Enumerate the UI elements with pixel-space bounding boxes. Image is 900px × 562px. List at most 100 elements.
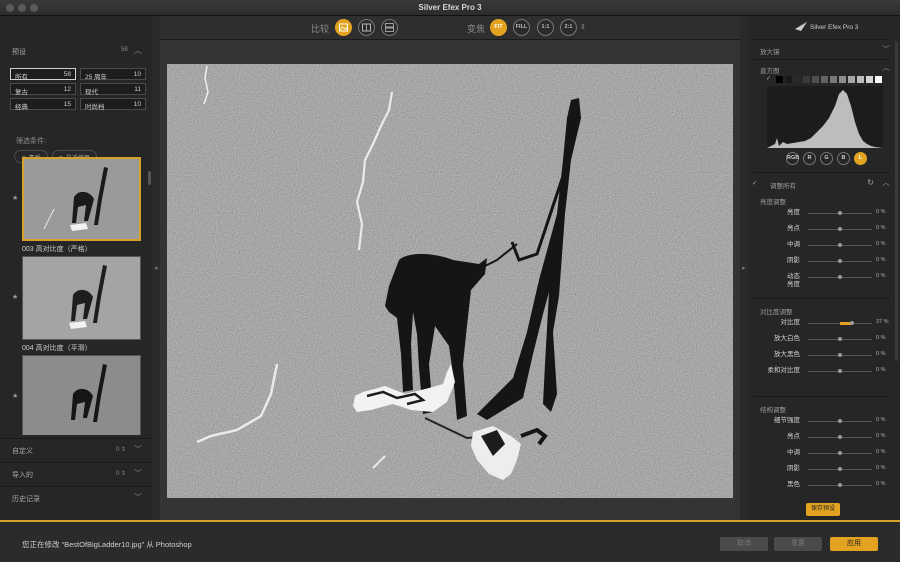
window-title: Silver Efex Pro 3 — [418, 3, 482, 12]
thumbnail-label: 003 高对比度（严格） — [22, 246, 92, 253]
chevron-down-icon: ﹀ — [134, 493, 142, 502]
slider-knob[interactable] — [838, 337, 842, 341]
adjustment-slider[interactable]: 黑色 0 % — [748, 479, 896, 493]
slider-track[interactable] — [808, 353, 872, 357]
preview-canvas[interactable] — [160, 40, 740, 520]
single-view-button[interactable] — [335, 19, 352, 36]
slider-value: 0 % — [876, 351, 886, 357]
preset-thumbnail[interactable]: 003 高对比度（严格） — [22, 157, 141, 254]
star-icon[interactable]: ★ — [12, 194, 18, 202]
slider-track[interactable] — [808, 467, 872, 471]
category-classic[interactable]: 经典 15 — [10, 98, 76, 111]
star-icon[interactable]: ★ — [12, 392, 18, 400]
adjustment-slider[interactable]: 阴影 0 % — [748, 255, 896, 269]
slider-knob[interactable] — [838, 259, 842, 263]
preset-thumbnail[interactable]: 004 高对比度（平滑） — [22, 256, 141, 353]
slider-knob[interactable] — [838, 483, 842, 487]
slider-knob[interactable] — [838, 275, 842, 279]
adjustment-slider[interactable]: 对比度 37 % — [748, 317, 896, 331]
category-vintage[interactable]: 复古 12 — [10, 83, 76, 96]
channel-g[interactable]: G — [820, 152, 833, 165]
category-all[interactable]: 所有 58 — [10, 68, 76, 81]
slider-track[interactable] — [808, 321, 872, 325]
adjustment-slider[interactable]: 中调 0 % — [748, 447, 896, 461]
slider-knob[interactable] — [838, 435, 842, 439]
slider-knob[interactable] — [838, 419, 842, 423]
adjustment-slider[interactable]: 放大白色 0 % — [748, 333, 896, 347]
slider-track[interactable] — [808, 227, 872, 231]
section-history[interactable]: 历史记录 ﹀ — [0, 486, 152, 508]
adjustment-slider[interactable]: 亮点 0 % — [748, 223, 896, 237]
section-imported[interactable]: 导入的 0 ⇕ ﹀ — [0, 462, 152, 484]
slider-label: 亮度 — [787, 209, 800, 216]
app-logo-icon — [795, 21, 808, 31]
channel-b[interactable]: B — [837, 152, 850, 165]
slider-track[interactable] — [808, 259, 872, 263]
split-view-button[interactable] — [358, 19, 375, 36]
chevron-down-icon: ﹀ — [882, 45, 890, 54]
cancel-button[interactable]: 取消 — [720, 537, 768, 551]
adjust-all-section[interactable]: ✓ 调整所有 ↻ ︿ — [748, 176, 896, 192]
left-panel-toggle[interactable]: ◂ — [152, 16, 160, 520]
zoom-fit-button[interactable]: FIT — [490, 19, 507, 36]
slider-knob[interactable] — [838, 451, 842, 455]
channel-r[interactable]: R — [803, 152, 816, 165]
preset-thumbnail[interactable] — [22, 355, 141, 435]
scrollbar[interactable] — [895, 41, 898, 361]
category-25th-anniversary[interactable]: 25 周年 10 — [80, 68, 146, 81]
slider-track[interactable] — [808, 211, 872, 215]
bottom-bar: 您正在修改 “BestOfBigLadder10.jpg” 从 Photosho… — [0, 520, 900, 562]
zoom-1-1-button[interactable]: 1:1 — [537, 19, 554, 36]
adjustment-slider[interactable]: 亮点 0 % — [748, 431, 896, 445]
adjustment-slider[interactable]: 中调 0 % — [748, 239, 896, 253]
slider-track[interactable] — [808, 483, 872, 487]
adjustment-slider[interactable]: 动态 亮度 0 % — [748, 271, 896, 288]
adjustment-slider[interactable]: 柔和对比度 0 % — [748, 365, 896, 379]
chevron-down-icon: ﹀ — [134, 445, 142, 454]
right-panel-toggle[interactable]: ▸ — [740, 16, 748, 520]
slider-label: 动态 亮度 — [787, 273, 800, 288]
slider-track[interactable] — [808, 369, 872, 373]
slider-knob[interactable] — [838, 369, 842, 373]
presets-panel: 预设 58 ︿ 所有 58 25 周年 10 复古 12 现代 11 经典 15 时尚档 1… — [0, 16, 152, 520]
star-icon[interactable]: ★ — [12, 293, 18, 301]
slider-knob[interactable] — [838, 353, 842, 357]
reset-button[interactable]: 重置 — [774, 537, 822, 551]
slider-value: 37 % — [876, 319, 889, 325]
slider-track[interactable] — [808, 419, 872, 423]
adjustment-slider[interactable]: 放大黑色 0 % — [748, 349, 896, 363]
adjustment-slider[interactable]: 亮度 0 % — [748, 207, 896, 221]
save-preset-button[interactable]: 保存预设 — [806, 503, 840, 516]
zoom-2-1-button[interactable]: 2:1 — [560, 19, 577, 36]
thumbnail-image — [22, 355, 141, 435]
apply-button[interactable]: 应用 — [830, 537, 878, 551]
slider-track[interactable] — [808, 435, 872, 439]
adjustment-slider[interactable]: 阴影 0 % — [748, 463, 896, 477]
slider-knob[interactable] — [838, 211, 842, 215]
group-title: 结构调整 — [760, 407, 786, 414]
zoom-stepper-icon[interactable]: ⇕ — [580, 23, 586, 31]
slider-knob[interactable] — [838, 243, 842, 247]
channel-rgb[interactable]: RGB — [786, 152, 799, 165]
slider-value: 0 % — [876, 449, 886, 455]
zoom-fill-button[interactable]: FILL — [513, 19, 530, 36]
slider-track[interactable] — [808, 451, 872, 455]
channel-l[interactable]: L — [854, 152, 867, 165]
slider-knob[interactable] — [838, 227, 842, 231]
presets-count: 58 — [121, 47, 128, 53]
category-fashion[interactable]: 时尚档 10 — [80, 98, 146, 111]
slider-track[interactable] — [808, 275, 872, 279]
side-by-side-view-button[interactable] — [381, 19, 398, 36]
section-custom[interactable]: 自定义 0 ⇕ ﹀ — [0, 438, 152, 460]
slider-track[interactable] — [808, 243, 872, 247]
category-modern[interactable]: 现代 11 — [80, 83, 146, 96]
slider-knob[interactable] — [838, 467, 842, 471]
chevron-left-icon: ◂ — [154, 265, 158, 272]
slider-knob[interactable] — [849, 321, 854, 325]
slider-track[interactable] — [808, 337, 872, 341]
adjustment-slider[interactable]: 细节强度 0 % — [748, 415, 896, 429]
loupe-section[interactable]: 放大镜 ﹀ — [748, 42, 896, 58]
reset-icon[interactable]: ↻ — [867, 178, 874, 187]
scrollbar[interactable] — [148, 171, 151, 185]
chevron-up-icon[interactable]: ︿ — [134, 45, 142, 56]
